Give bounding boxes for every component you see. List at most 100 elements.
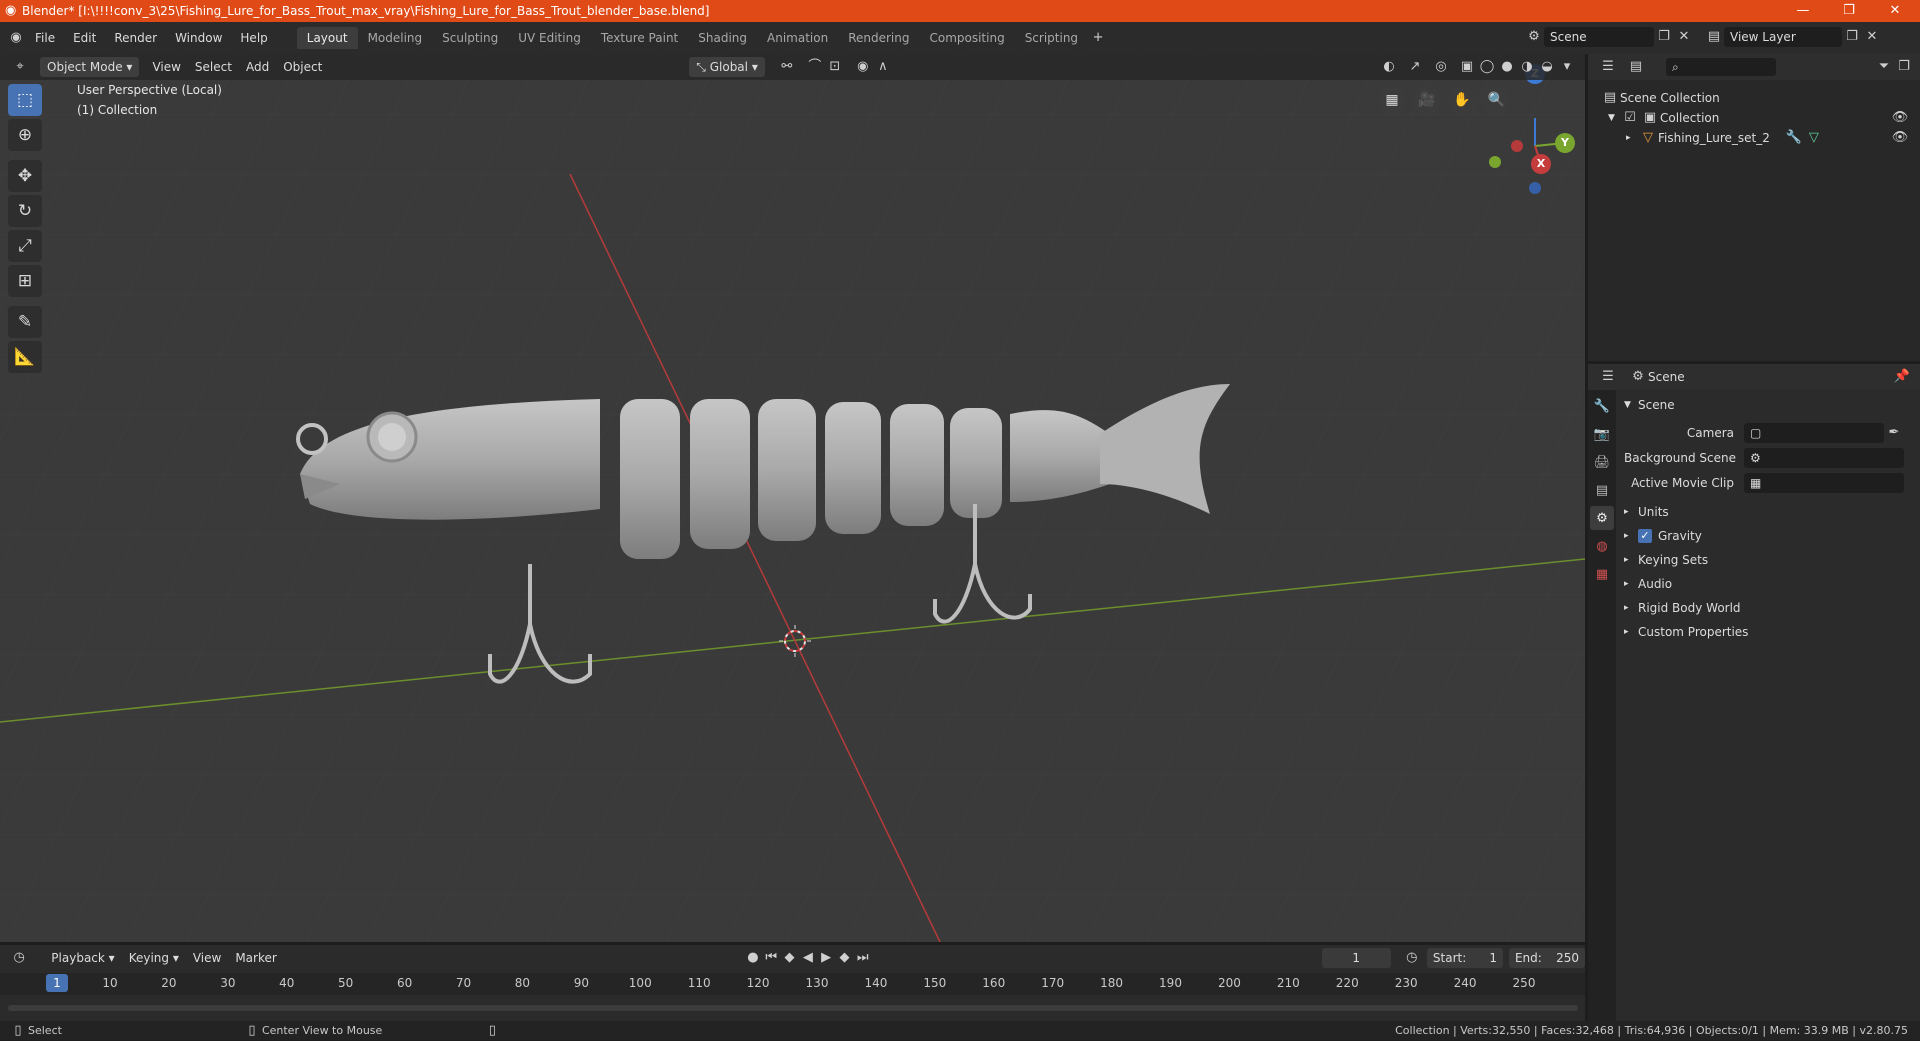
menu-window[interactable]: Window xyxy=(166,27,231,49)
rendered-shading-icon[interactable]: ◒ xyxy=(1537,57,1557,77)
transform-tool[interactable]: ⊞ xyxy=(8,265,42,297)
camera-field[interactable]: ▢ xyxy=(1744,422,1884,443)
gravity-checkbox-icon[interactable]: ✓ xyxy=(1638,529,1652,543)
tool-tab[interactable]: 🔧 xyxy=(1590,394,1614,418)
menu-edit[interactable]: Edit xyxy=(64,27,105,49)
wireframe-shading-icon[interactable]: ◯ xyxy=(1477,57,1497,77)
close-icon[interactable]: ✕ xyxy=(1872,0,1918,22)
current-frame-field[interactable]: 1 xyxy=(1321,948,1391,968)
restore-icon[interactable]: ❐ xyxy=(1826,0,1872,22)
next-keyframe-icon[interactable]: ◆ xyxy=(835,948,853,968)
measure-tool[interactable]: 📐 xyxy=(8,341,42,373)
gizmo-x-axis[interactable]: X xyxy=(1531,154,1551,174)
gravity-section[interactable]: ▸ ✓ Gravity xyxy=(1624,525,1914,547)
viewport-menu-add[interactable]: Add xyxy=(239,57,276,77)
tab-uv-editing[interactable]: UV Editing xyxy=(508,27,591,49)
pin-icon[interactable]: 📌 xyxy=(1892,367,1912,387)
minimize-icon[interactable]: — xyxy=(1780,0,1826,22)
clock-icon[interactable]: ◷ xyxy=(1403,948,1421,968)
view-layer-icon[interactable]: ▤ xyxy=(1704,27,1724,47)
jump-start-icon[interactable]: ⏮ xyxy=(762,948,780,968)
gizmo-y-axis[interactable]: Y xyxy=(1555,133,1575,153)
output-tab[interactable]: 🖨 xyxy=(1590,450,1614,474)
scene-icon[interactable]: ⚙ xyxy=(1524,27,1544,47)
tab-compositing[interactable]: Compositing xyxy=(919,27,1014,49)
outliner-editor-icon[interactable]: ☰ xyxy=(1598,57,1618,77)
viewport-menu-object[interactable]: Object xyxy=(276,57,329,77)
view-layer-field[interactable]: View Layer xyxy=(1724,27,1842,47)
tab-rendering[interactable]: Rendering xyxy=(838,27,919,49)
snap-target-icon[interactable]: ⊡ xyxy=(825,57,845,77)
record-icon[interactable]: ● xyxy=(744,948,762,968)
new-view-layer-icon[interactable]: ❐ xyxy=(1842,27,1862,47)
audio-section[interactable]: ▸ Audio xyxy=(1624,573,1914,595)
move-tool[interactable]: ✥ xyxy=(8,160,42,192)
select-box-tool[interactable]: ⬚ xyxy=(8,84,42,116)
toggle-grid-icon[interactable]: ▦ xyxy=(1378,86,1406,114)
mesh-data-icon[interactable]: ▽ xyxy=(1804,128,1824,148)
custom-properties-section[interactable]: ▸ Custom Properties xyxy=(1624,621,1914,643)
pivot-icon[interactable]: ⚯ xyxy=(777,57,797,77)
remove-scene-icon[interactable]: ✕ xyxy=(1674,27,1694,47)
viewport-menu-view[interactable]: View xyxy=(145,57,187,77)
object-eye-icon[interactable]: 👁 xyxy=(1890,128,1910,148)
world-tab[interactable]: ◍ xyxy=(1590,534,1614,558)
tab-scripting[interactable]: Scripting xyxy=(1015,27,1088,49)
texture-tab[interactable]: ▦ xyxy=(1590,562,1614,586)
cursor-tool[interactable]: ⊕ xyxy=(8,119,42,151)
prev-keyframe-icon[interactable]: ◆ xyxy=(780,948,798,968)
tab-shading[interactable]: Shading xyxy=(688,27,757,49)
start-frame-field[interactable]: Start: 1 xyxy=(1426,948,1503,968)
gizmo-toggle-icon[interactable]: ↗ xyxy=(1405,57,1425,77)
display-mode-icon[interactable]: ▤ xyxy=(1626,57,1646,77)
view-layer-tab[interactable]: ▤ xyxy=(1590,478,1614,502)
play-reverse-icon[interactable]: ◀ xyxy=(799,948,817,968)
visibility-icon[interactable]: ◐ xyxy=(1379,57,1399,77)
tab-texture-paint[interactable]: Texture Paint xyxy=(591,27,688,49)
outliner-search-input[interactable]: ⌕ xyxy=(1666,58,1776,76)
menu-file[interactable]: File xyxy=(26,27,64,49)
collapse-arrow-icon[interactable]: ▸ xyxy=(1626,133,1638,143)
tab-animation[interactable]: Animation xyxy=(757,27,838,49)
3d-viewport[interactable]: Z Y X User Perspective (Local) (1) Colle… xyxy=(0,54,1585,942)
timeline-editor-icon[interactable]: ◷ xyxy=(10,948,28,968)
play-icon[interactable]: ▶ xyxy=(817,948,835,968)
new-collection-icon[interactable]: ❐ xyxy=(1894,57,1914,77)
rigid-body-world-section[interactable]: ▸ Rigid Body World xyxy=(1624,597,1914,619)
xray-icon[interactable]: ▣ xyxy=(1457,57,1477,77)
tab-layout[interactable]: Layout xyxy=(296,27,358,49)
units-section[interactable]: ▸ Units xyxy=(1624,501,1914,523)
outliner-object[interactable]: ▸ ▽ Fishing_Lure_set_2 🔧 ▽ 👁 xyxy=(1600,128,1910,148)
timeline-menu-marker[interactable]: Marker xyxy=(228,948,283,968)
timeline-menu-keying[interactable]: Keying ▾ xyxy=(122,948,186,968)
render-tab[interactable]: 📷 xyxy=(1590,422,1614,446)
end-frame-field[interactable]: End: 250 xyxy=(1508,948,1585,968)
outliner-collection[interactable]: ▼ ☑ ▣ Collection 👁 xyxy=(1600,108,1910,128)
material-shading-icon[interactable]: ◑ xyxy=(1517,57,1537,77)
scene-tab[interactable]: ⚙ xyxy=(1590,506,1614,530)
menu-render[interactable]: Render xyxy=(105,27,166,49)
jump-end-icon[interactable]: ⏭ xyxy=(854,948,872,968)
filter-icon[interactable]: ⏷ xyxy=(1874,57,1894,77)
object-mode-dropdown[interactable]: Object Mode ▾ xyxy=(40,57,140,77)
pan-hand-icon[interactable]: ✋ xyxy=(1447,86,1476,114)
remove-view-layer-icon[interactable]: ✕ xyxy=(1862,27,1882,47)
timeline-menu-view[interactable]: View xyxy=(186,948,228,968)
eyedropper-icon[interactable]: ✒ xyxy=(1884,423,1904,443)
overlay-toggle-icon[interactable]: ◎ xyxy=(1431,57,1451,77)
zoom-icon[interactable]: 🔍 xyxy=(1482,86,1511,114)
expand-arrow-icon[interactable]: ▼ xyxy=(1608,113,1620,123)
tab-modeling[interactable]: Modeling xyxy=(358,27,433,49)
proportional-edit-icon[interactable]: ◉ xyxy=(853,57,873,77)
orientation-dropdown[interactable]: ⤡ Global ▾ xyxy=(689,57,765,77)
tab-sculpting[interactable]: Sculpting xyxy=(432,27,508,49)
frame-ruler[interactable]: 1 10 20 30 40 50 60 70 80 90 100 110 120 130 140 150 160… xyxy=(0,973,1585,995)
editor-type-icon[interactable]: ⌖ xyxy=(10,57,30,77)
scale-tool[interactable]: ⤢ xyxy=(8,230,42,262)
falloff-icon[interactable]: ∧ xyxy=(873,57,893,77)
snap-icon[interactable]: ⌒ xyxy=(805,57,825,77)
timeline-menu-playback[interactable]: Playback ▾ xyxy=(44,948,121,968)
shading-options-icon[interactable]: ▾ xyxy=(1557,57,1577,77)
solid-shading-icon[interactable]: ● xyxy=(1497,57,1517,77)
menu-help[interactable]: Help xyxy=(231,27,276,49)
